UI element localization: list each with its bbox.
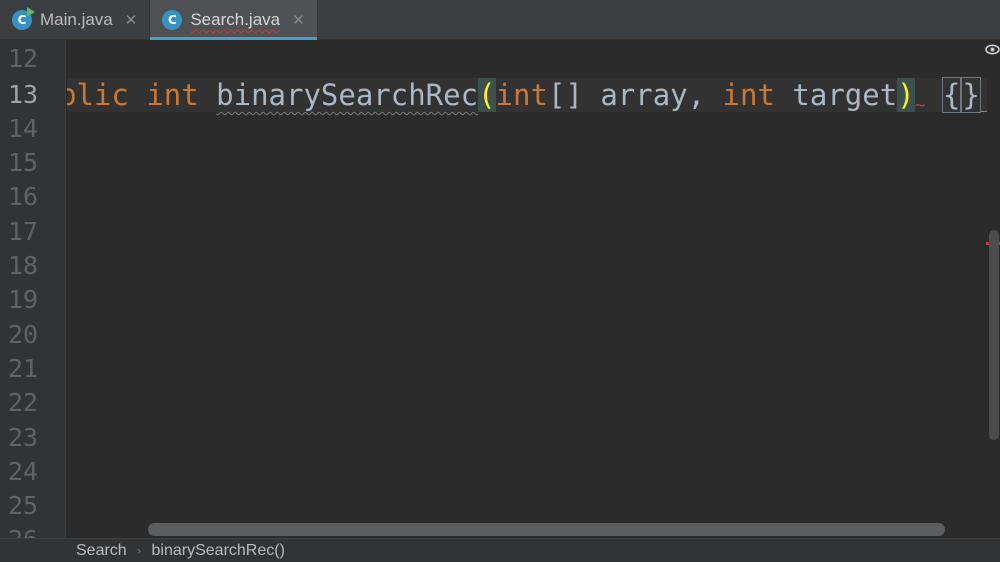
eye-icon[interactable] [985, 42, 1000, 57]
line-number: 25 [8, 491, 39, 520]
code-editor[interactable]: plic int binarySearchRec(int[] array, in… [67, 40, 987, 538]
horizontal-scrollbar[interactable] [148, 523, 945, 536]
line-number: 20 [8, 320, 39, 349]
open-brace: { [941, 77, 962, 113]
breadcrumb: Search › binarySearchRec() [0, 538, 1000, 562]
tab-search-java[interactable]: C Search.java ✕ [150, 0, 318, 40]
vertical-scrollbar[interactable] [989, 230, 999, 440]
keyword-int: int [146, 78, 199, 112]
code-line-13[interactable]: plic int binarySearchRec(int[] array, in… [67, 77, 987, 116]
line-number: 24 [8, 457, 39, 486]
breadcrumb-class[interactable]: Search [76, 542, 127, 560]
keyword-int: int [722, 78, 775, 112]
close-brace: } [961, 77, 981, 113]
keyword-public: plic [67, 78, 129, 112]
line-number: 22 [8, 388, 39, 417]
line-number: 17 [8, 217, 39, 246]
line-number-current: 13 [8, 80, 39, 109]
tab-label: Main.java [40, 10, 113, 29]
error-squiggle: ~ [914, 95, 926, 116]
tab-label: Search.java [190, 10, 281, 29]
close-icon[interactable]: ✕ [292, 11, 305, 29]
breadcrumb-method[interactable]: binarySearchRec() [152, 542, 285, 560]
class-icon-letter: C [167, 13, 177, 27]
run-badge-icon [27, 7, 35, 17]
line-number: 19 [8, 285, 39, 314]
line-number: 26 [8, 523, 38, 538]
java-class-runnable-icon: C [12, 7, 35, 30]
method-name: binarySearchRec [216, 78, 479, 112]
line-number: 16 [8, 182, 39, 211]
param-target: target [774, 78, 898, 112]
param-array: [] array, [547, 78, 723, 112]
class-icon-letter: C [17, 13, 27, 27]
line-number: 23 [8, 423, 39, 452]
code-continuation: _ [980, 78, 987, 112]
line-number: 18 [8, 251, 39, 280]
chevron-right-icon: › [136, 543, 142, 558]
java-class-icon: C [162, 10, 183, 30]
line-number: 12 [8, 44, 39, 73]
line-number: 21 [8, 354, 39, 383]
tab-main-java[interactable]: C Main.java ✕ [0, 0, 151, 40]
close-icon[interactable]: ✕ [125, 11, 138, 29]
keyword-int: int [495, 78, 548, 112]
open-paren-highlight: ( [478, 78, 496, 112]
editor-tab-bar: C Main.java ✕ C Search.java ✕ [0, 0, 1000, 40]
line-number: 15 [8, 148, 39, 177]
line-number: 14 [8, 114, 39, 143]
close-paren-highlight: ) [897, 78, 915, 112]
line-number-gutter[interactable]: 12 13 14 15 16 17 18 19 20 21 22 23 24 2… [0, 40, 66, 538]
